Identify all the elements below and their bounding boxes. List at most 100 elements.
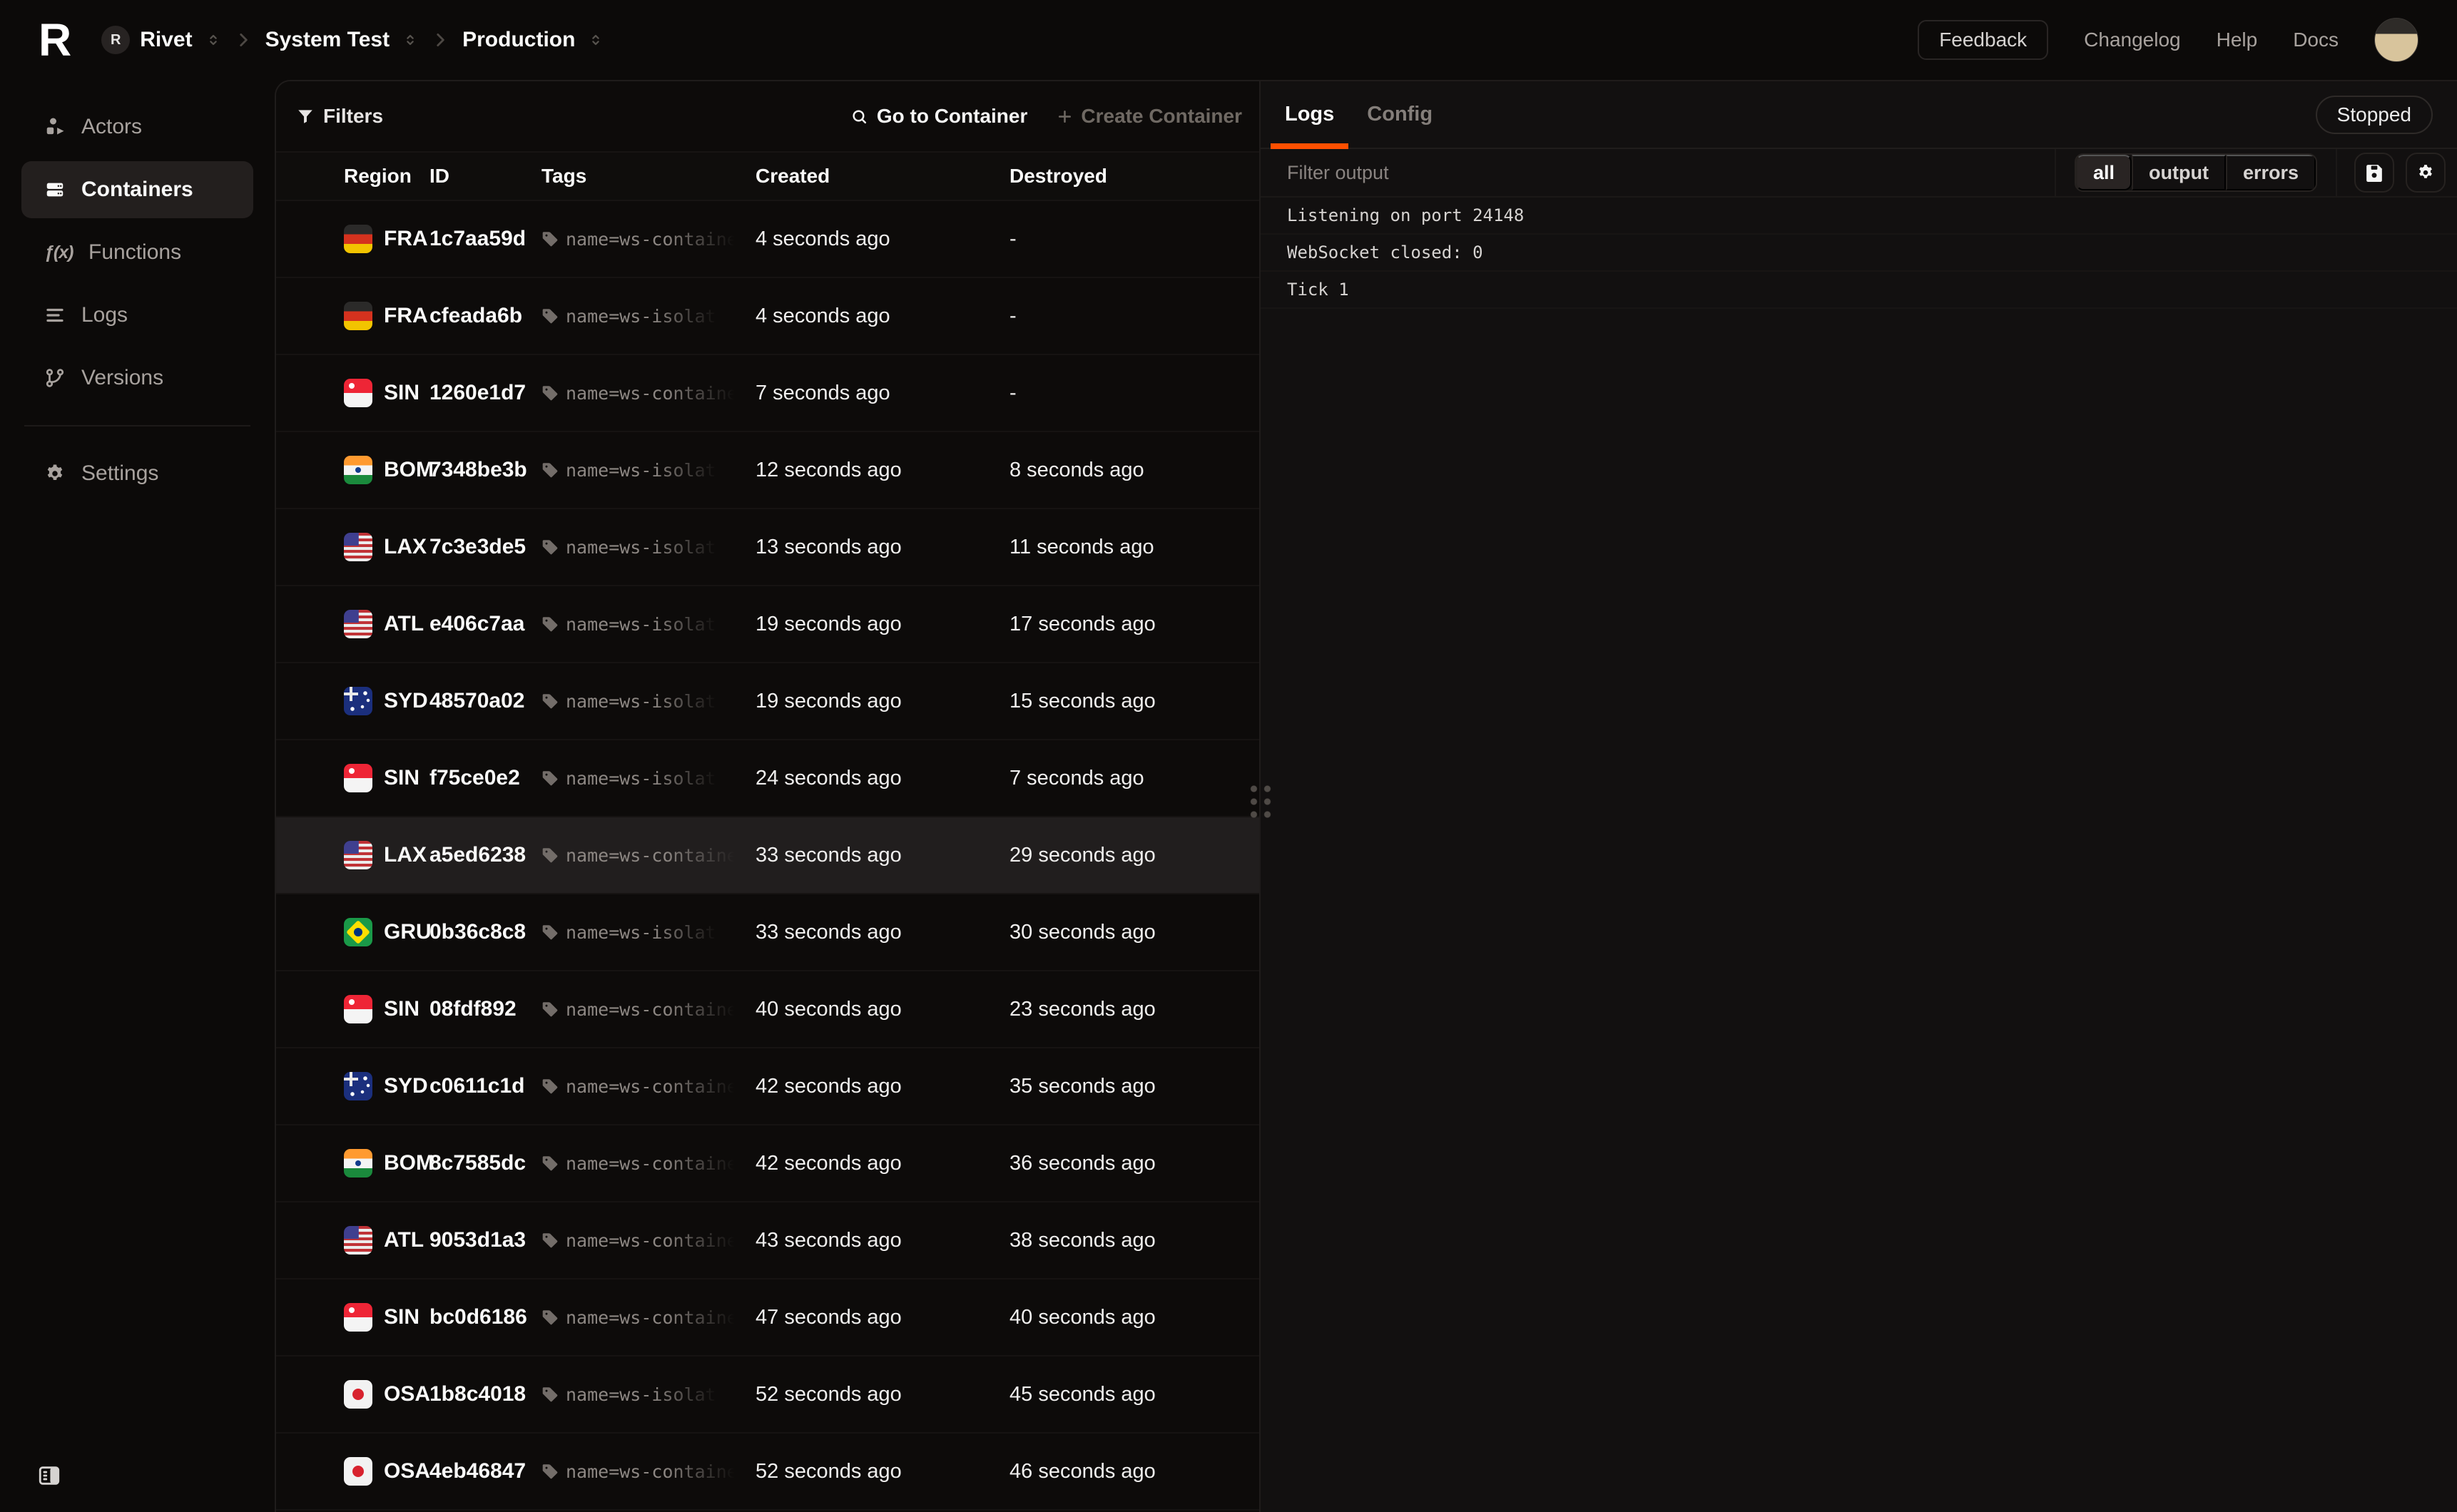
table-row[interactable]: FRA 1c7aa59d name=ws-container 4 seconds…: [276, 201, 1259, 278]
log-mode-button[interactable]: all: [2076, 155, 2132, 190]
sidebar-item-functions[interactable]: ƒ(x) Functions: [21, 224, 253, 281]
filter-output-input[interactable]: [1261, 149, 2055, 196]
created-time: 12 seconds ago: [756, 459, 1009, 482]
created-time: 13 seconds ago: [756, 536, 1009, 559]
sidebar-item-versions[interactable]: Versions: [21, 349, 253, 407]
tags-cell: name=ws-container: [541, 1230, 756, 1251]
tag-text: name=ws-isolate: [566, 614, 727, 635]
sidebar-item-settings[interactable]: Settings: [21, 445, 253, 502]
container-id: e406c7aa: [429, 612, 541, 636]
tag-icon: [541, 770, 559, 787]
sidebar-item-label: Versions: [81, 366, 163, 390]
breadcrumb-project[interactable]: System Test: [265, 28, 419, 52]
container-id: f75ce0e2: [429, 766, 541, 790]
region-code: ATL: [384, 612, 424, 636]
table-row[interactable]: SIN bc0d6186 name=ws-container 47 second…: [276, 1279, 1259, 1357]
user-avatar[interactable]: [2374, 18, 2418, 62]
save-logs-button[interactable]: [2354, 153, 2394, 193]
table-row[interactable]: SYD 48570a02 name=ws-isolate 19 seconds …: [276, 663, 1259, 740]
breadcrumb-environment[interactable]: Production: [462, 28, 604, 52]
created-time: 33 seconds ago: [756, 921, 1009, 944]
gear-icon: [44, 463, 66, 484]
table-row[interactable]: GRU 0b36c8c8 name=ws-isolate 33 seconds …: [276, 894, 1259, 971]
table-row[interactable]: LAX 7c3e3de5 name=ws-isolate 13 seconds …: [276, 509, 1259, 586]
table-row[interactable]: BOM 7348be3b name=ws-isolate 12 seconds …: [276, 432, 1259, 509]
tag-icon: [541, 1309, 559, 1326]
containers-toolbar: Filters Go to Container Create Container: [276, 81, 1259, 153]
log-mode-button[interactable]: errors: [2226, 155, 2316, 190]
table-row[interactable]: ATL 9053d1a3 name=ws-container 43 second…: [276, 1202, 1259, 1279]
chevron-right-icon: [431, 31, 449, 49]
created-time: 47 seconds ago: [756, 1306, 1009, 1329]
region-flag-icon: [344, 302, 372, 330]
containers-icon: [44, 179, 66, 200]
created-time: 43 seconds ago: [756, 1229, 1009, 1252]
filters-button[interactable]: Filters: [296, 105, 383, 128]
sidebar-item-actors[interactable]: Actors: [21, 98, 253, 155]
table-row[interactable]: SIN f75ce0e2 name=ws-isolate 24 seconds …: [276, 740, 1259, 817]
create-container-button[interactable]: Create Container: [1056, 105, 1242, 128]
region-code: SIN: [384, 381, 419, 405]
region-cell: SIN: [344, 1303, 429, 1332]
topbar-link[interactable]: Docs: [2293, 29, 2339, 51]
table-row[interactable]: SIN 1260e1d7 name=ws-container 7 seconds…: [276, 355, 1259, 432]
breadcrumb-org[interactable]: R Rivet: [101, 26, 220, 54]
tag-text: name=ws-container: [566, 1461, 746, 1482]
logs-tabs-row: Logs Config Stopped: [1261, 81, 2457, 149]
container-id: bc0d6186: [429, 1305, 541, 1329]
tag-icon: [541, 615, 559, 633]
region-flag-icon: [344, 1149, 372, 1178]
created-time: 19 seconds ago: [756, 613, 1009, 636]
region-cell: SIN: [344, 764, 429, 792]
go-to-container-button[interactable]: Go to Container: [850, 105, 1028, 128]
created-time: 4 seconds ago: [756, 305, 1009, 328]
tag-icon: [541, 1155, 559, 1172]
tab[interactable]: Config: [1367, 81, 1433, 148]
table-row[interactable]: ATL e406c7aa name=ws-isolate 19 seconds …: [276, 586, 1259, 663]
region-cell: SYD: [344, 687, 429, 715]
table-row[interactable]: FRA cfeada6b name=ws-isolate 4 seconds a…: [276, 278, 1259, 355]
table-row[interactable]: LAX a5ed6238 name=ws-container 33 second…: [276, 817, 1259, 894]
table-row[interactable]: SYD c0611c1d name=ws-container 42 second…: [276, 1048, 1259, 1125]
tab[interactable]: Logs: [1285, 81, 1334, 148]
topbar-link[interactable]: Help: [2217, 29, 2258, 51]
created-time: 33 seconds ago: [756, 844, 1009, 867]
destroyed-time: 45 seconds ago: [1009, 1383, 1259, 1406]
sidebar-item-label: Actors: [81, 115, 142, 139]
table-header: Region ID Tags Created Destroyed: [276, 153, 1259, 201]
feedback-button[interactable]: Feedback: [1918, 20, 2048, 60]
tag-text: name=ws-container: [566, 1076, 746, 1097]
region-flag-icon: [344, 1226, 372, 1255]
log-mode-button[interactable]: output: [2132, 155, 2226, 190]
git-branch-icon: [44, 367, 66, 389]
tags-cell: name=ws-container: [541, 1076, 756, 1097]
status-badge: Stopped: [2316, 96, 2433, 134]
table-row[interactable]: SIN 08fdf892 name=ws-container 40 second…: [276, 971, 1259, 1048]
region-code: SYD: [384, 1074, 428, 1098]
table-row[interactable]: OSA 4eb46847 name=ws-container 52 second…: [276, 1434, 1259, 1511]
sidebar-item-logs[interactable]: Logs: [21, 287, 253, 344]
container-id: 0b36c8c8: [429, 920, 541, 944]
collapse-sidebar-icon[interactable]: [37, 1464, 61, 1488]
created-time: 4 seconds ago: [756, 228, 1009, 251]
log-filter-row: all output errors: [1261, 149, 2457, 198]
table-row[interactable]: OSA 1b8c4018 name=ws-isolate 52 seconds …: [276, 1357, 1259, 1434]
created-time: 40 seconds ago: [756, 998, 1009, 1021]
table-row[interactable]: BOM 8c7585dc name=ws-container 42 second…: [276, 1125, 1259, 1202]
region-cell: LAX: [344, 533, 429, 561]
tags-cell: name=ws-container: [541, 1307, 756, 1328]
chevron-updown-icon[interactable]: [588, 32, 604, 48]
topbar-link[interactable]: Changelog: [2084, 29, 2180, 51]
chevron-updown-icon[interactable]: [402, 32, 418, 48]
column-header-id: ID: [429, 165, 541, 188]
region-cell: OSA: [344, 1457, 429, 1486]
region-flag-icon: [344, 225, 372, 253]
destroyed-time: -: [1009, 305, 1259, 328]
chevron-updown-icon[interactable]: [205, 32, 221, 48]
destroyed-time: 46 seconds ago: [1009, 1460, 1259, 1483]
sidebar-item-containers[interactable]: Containers: [21, 161, 253, 218]
container-id: 8c7585dc: [429, 1151, 541, 1175]
panel-resize-handle[interactable]: [1247, 782, 1274, 821]
log-settings-button[interactable]: [2406, 153, 2446, 193]
tags-cell: name=ws-isolate: [541, 537, 756, 558]
